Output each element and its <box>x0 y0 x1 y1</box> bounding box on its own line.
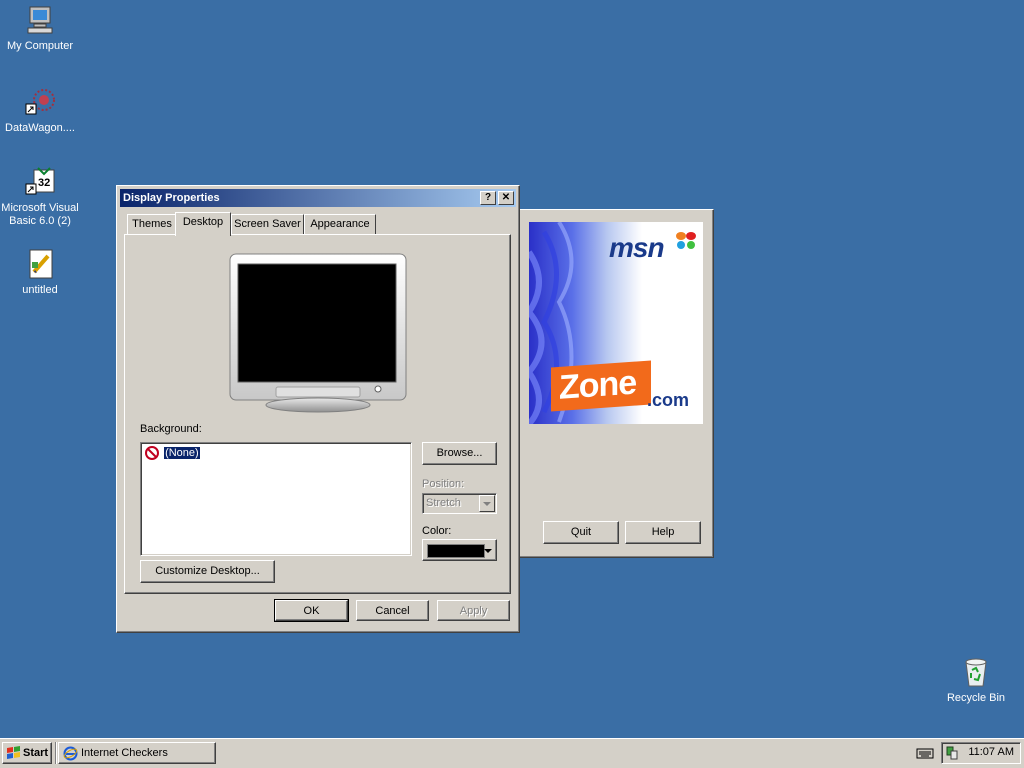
desktop-icon-label: untitled <box>22 284 58 296</box>
help-title-button[interactable]: ? <box>480 191 496 205</box>
position-select-value: Stretch <box>426 497 461 509</box>
desktop-icon-label: DataWagon.... <box>5 122 75 134</box>
tab-desktop[interactable]: Desktop <box>175 212 231 236</box>
help-button[interactable]: Help <box>625 521 701 544</box>
dialog-title: Display Properties <box>123 192 220 204</box>
taskbar-separator <box>55 742 57 764</box>
tab-appearance[interactable]: Appearance <box>304 214 376 234</box>
system-tray: 11:07 AM <box>941 742 1021 764</box>
desktop-icon-untitled[interactable]: untitled <box>0 248 80 297</box>
close-button[interactable]: ✕ <box>498 191 514 205</box>
color-swatch <box>427 544 485 558</box>
taskbar-item-internet-checkers[interactable]: Internet Checkers <box>58 742 216 764</box>
internet-explorer-icon <box>63 746 78 768</box>
desktop-icon-visual-basic[interactable]: 32 Microsoft Visual Basic 6.0 (2) <box>0 166 80 228</box>
paint-document-icon <box>24 248 56 280</box>
start-button[interactable]: Start <box>2 742 52 764</box>
dotcom-logo-text: .com <box>647 390 690 410</box>
desktop-icon-label: Microsoft Visual Basic 6.0 (2) <box>1 202 79 227</box>
quit-button[interactable]: Quit <box>543 521 619 544</box>
chevron-down-icon <box>484 549 492 553</box>
position-select[interactable]: Stretch <box>422 493 497 514</box>
background-label: Background: <box>140 423 202 435</box>
desktop-icon-recycle-bin[interactable]: Recycle Bin <box>936 656 1016 705</box>
internet-checkers-window: msn Zone .com Quit Help <box>512 209 714 558</box>
zone-logo-box: Zone <box>551 360 651 412</box>
close-icon: ✕ <box>501 192 511 203</box>
background-list[interactable]: (None) <box>140 442 412 556</box>
chevron-down-icon[interactable] <box>479 495 495 512</box>
visual-basic-shortcut-icon: 32 <box>24 166 56 198</box>
apply-button[interactable]: Apply <box>437 600 510 621</box>
network-tray-icon[interactable] <box>945 746 959 763</box>
clock[interactable]: 11:07 AM <box>968 746 1014 758</box>
zone-banner: msn Zone .com <box>529 222 703 424</box>
tab-screen-saver[interactable]: Screen Saver <box>231 214 304 234</box>
cancel-button[interactable]: Cancel <box>356 600 429 621</box>
windows-logo-icon <box>6 746 21 767</box>
recycle-bin-icon <box>960 656 992 688</box>
position-label: Position: <box>422 478 465 490</box>
keyboard-tray-icon[interactable] <box>916 747 934 762</box>
list-item[interactable]: (None) <box>145 445 201 461</box>
list-item-label: (None) <box>163 446 201 460</box>
desktop-icon-label: Recycle Bin <box>946 692 1006 704</box>
msn-logo-text: msn <box>609 232 665 263</box>
none-icon <box>145 446 159 461</box>
color-picker-button[interactable] <box>422 539 497 561</box>
svg-text:32: 32 <box>38 177 50 189</box>
start-label: Start <box>23 747 49 759</box>
taskbar: Start Internet Checkers 11:07 AM <box>0 738 1024 768</box>
desktop-icon-label: My Computer <box>6 40 74 52</box>
browse-button[interactable]: Browse... <box>422 442 497 465</box>
dialog-titlebar[interactable]: Display Properties ? ✕ <box>120 189 516 207</box>
msn-butterfly-icon <box>675 230 697 255</box>
desktop-icon-my-computer[interactable]: My Computer <box>0 4 80 53</box>
customize-desktop-button[interactable]: Customize Desktop... <box>140 560 275 583</box>
zone-logo-text: Zone <box>559 363 637 407</box>
monitor-preview <box>228 252 408 414</box>
my-computer-icon <box>24 4 56 36</box>
ok-button[interactable]: OK <box>274 599 349 622</box>
taskbar-item-label: Internet Checkers <box>81 747 168 759</box>
tab-themes[interactable]: Themes <box>127 214 177 234</box>
color-label: Color: <box>422 525 452 537</box>
datawagon-shortcut-icon <box>24 86 56 118</box>
desktop-icon-datawagon[interactable]: DataWagon.... <box>0 86 80 135</box>
